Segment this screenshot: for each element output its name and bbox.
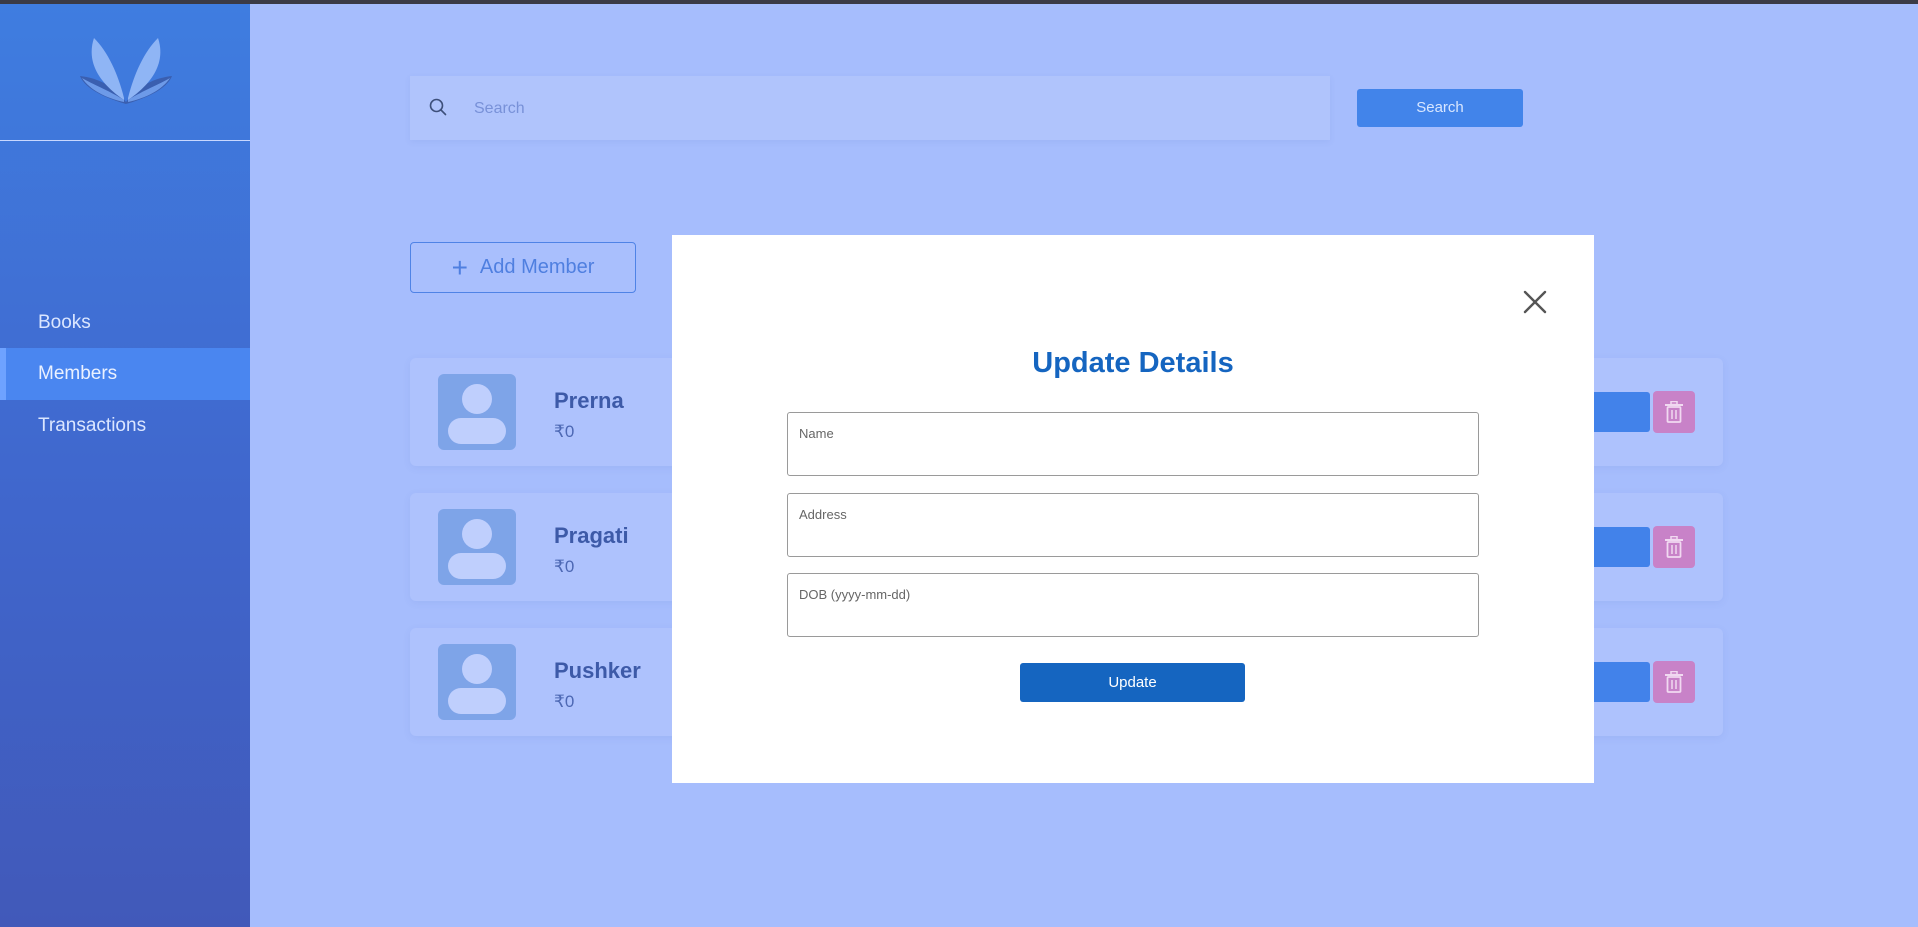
open-book-logo [80,38,172,104]
member-balance: ₹0 [554,692,575,711]
delete-member-button[interactable] [1653,526,1695,568]
sidebar-item-books[interactable]: Books [0,297,250,349]
avatar [438,644,516,720]
add-member-label: Add Member [479,256,595,278]
edit-member-button[interactable] [1586,527,1650,567]
search-bar [410,76,1330,142]
modal-title: Update Details [1032,347,1234,379]
update-details-modal: Update Details Name Address DOB (yyyy-mm… [672,235,1594,783]
member-name: Pragati [554,523,629,548]
delete-member-button[interactable] [1653,661,1695,703]
sidebar-item-members[interactable]: Members [0,348,250,400]
dob-field-label: DOB (yyyy-mm-dd) [799,587,911,602]
logo-area [0,4,250,141]
search-input[interactable] [472,76,1316,142]
member-balance: ₹0 [554,557,575,576]
plus-icon: + [451,251,468,283]
dob-field[interactable]: DOB (yyyy-mm-dd) [787,573,1479,637]
sidebar-item-transactions[interactable]: Transactions [0,400,250,452]
member-balance: ₹0 [554,422,575,441]
avatar [438,509,516,585]
name-field[interactable]: Name [787,412,1479,476]
search-button[interactable]: Search [1357,89,1523,127]
search-icon [429,98,447,116]
trash-icon [1665,671,1683,693]
delete-member-button[interactable] [1653,391,1695,433]
sidebar: Books Members Transactions [0,4,250,927]
dob-input[interactable] [799,606,1463,632]
add-member-button[interactable]: + Add Member [410,242,636,293]
name-field-label: Name [799,426,834,441]
trash-icon [1665,536,1683,558]
edit-member-button[interactable] [1586,392,1650,432]
update-button[interactable]: Update [1020,663,1245,702]
name-input[interactable] [799,445,1463,471]
avatar [438,374,516,450]
address-field[interactable]: Address [787,493,1479,557]
trash-icon [1665,401,1683,423]
close-icon[interactable] [1522,289,1548,315]
window-top-edge [0,0,1918,4]
edit-member-button[interactable] [1586,662,1650,702]
address-field-label: Address [799,507,847,522]
member-name: Pushker [554,658,641,683]
member-name: Prerna [554,388,624,413]
address-input[interactable] [799,526,1463,552]
